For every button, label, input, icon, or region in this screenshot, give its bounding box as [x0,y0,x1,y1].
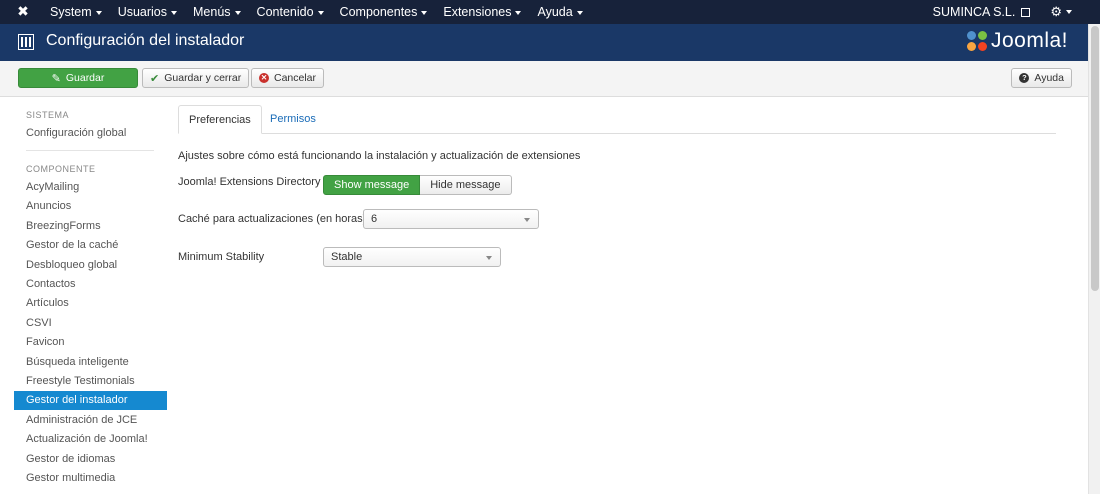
check-icon: ✔ [150,72,160,85]
sidebar-item[interactable]: BreezingForms [14,217,167,236]
top-navbar: ✖ System Usuarios Menús Contenido Compon… [0,0,1100,24]
sidebar-heading-system: SISTEMA [26,110,70,120]
show-message-option[interactable]: Show message [323,175,421,195]
sidebar-item[interactable]: Gestor multimedia [14,469,167,488]
sidebar-item[interactable]: Gestor de la caché [14,236,167,255]
menu-content[interactable]: Contenido [249,0,332,24]
cache-label: Caché para actualizaciones (en horas) [178,213,367,225]
section-description: Ajustes sobre cómo está funcionando la i… [178,150,581,162]
question-icon: ? [1019,73,1030,83]
sidebar-item[interactable]: Artículos [14,294,167,313]
gear-icon[interactable]: ⚙ [1050,4,1062,20]
jed-label: Joomla! Extensions Directory [178,176,321,188]
external-link-icon[interactable] [1021,7,1031,17]
menu-users[interactable]: Usuarios [110,0,185,24]
main-menu: System Usuarios Menús Contenido Componen… [42,0,591,24]
sidebar-item-global-config[interactable]: Configuración global [14,124,167,143]
menu-extensions-label: Extensiones [443,5,512,19]
menu-content-label: Contenido [256,5,314,19]
menu-components[interactable]: Componentes [332,0,436,24]
chevron-down-icon [524,218,530,222]
settings-grid-icon [18,34,34,50]
help-button[interactable]: ? Ayuda [1011,68,1072,88]
toolbar: ✎ Guardar ✔ Guardar y cerrar ✕ Cancelar … [0,61,1100,97]
menu-help-label: Ayuda [537,5,573,19]
chevron-down-icon [576,10,583,15]
joomla-logo: Joomla! [965,29,1068,53]
menu-menus[interactable]: Menús [185,0,249,24]
cache-select[interactable]: 6 [363,209,539,229]
sidebar-item[interactable]: Favicon [14,333,167,352]
menu-system-label: System [50,5,92,19]
save-close-button-label: Guardar y cerrar [164,72,242,84]
menu-help[interactable]: Ayuda [529,0,590,24]
cancel-button-label: Cancelar [274,72,317,84]
sidebar-item[interactable]: Anuncios [14,197,167,216]
page-title: Configuración del instalador [46,32,245,49]
sidebar-item[interactable]: AcyMailing [14,178,167,197]
hide-message-option[interactable]: Hide message [420,175,512,195]
tab-preferences[interactable]: Preferencias [178,105,262,134]
joomla-logo-icon [965,29,989,53]
chevron-down-icon [317,10,324,15]
tab-permissions[interactable]: Permisos [260,105,326,134]
edit-icon: ✎ [51,72,61,85]
sidebar-item[interactable]: Búsqueda inteligente [14,353,167,372]
chevron-down-icon [421,10,428,15]
joomla-menu-icon[interactable]: ✖ [15,3,31,19]
chevron-down-icon [486,256,492,260]
sidebar-divider [26,150,154,151]
tab-bar: Preferencias Permisos [178,105,1056,134]
menu-extensions[interactable]: Extensiones [435,0,529,24]
jed-toggle: Show message Hide message [323,175,512,195]
cancel-icon: ✕ [259,73,269,83]
sidebar-heading-component: COMPONENTE [26,164,96,174]
sidebar-item[interactable]: Actualización de Joomla! [14,430,167,449]
sidebar-item[interactable]: Desbloqueo global [14,256,167,275]
chevron-down-icon [95,10,102,15]
joomla-logo-text: Joomla! [990,29,1068,52]
sidebar-item[interactable]: CSVI [14,314,167,333]
stability-select-value: Stable [331,251,363,263]
cache-select-value: 6 [371,213,378,225]
help-button-label: Ayuda [1034,72,1064,84]
menu-system[interactable]: System [42,0,110,24]
save-button[interactable]: ✎ Guardar [18,68,138,88]
navbar-right: SUMINCA S.L. ⚙ [933,0,1072,24]
scrollbar-thumb[interactable] [1091,26,1099,291]
sidebar-item[interactable]: Administración de JCE [14,411,167,430]
sidebar-item[interactable]: Freestyle Testimonials [14,372,167,391]
save-button-label: Guardar [65,72,105,84]
sidebar-item[interactable]: Gestor de idiomas [14,450,167,469]
stability-label: Minimum Stability [178,251,265,263]
sidebar-item[interactable]: Gestor del instalador [14,391,167,411]
page-scrollbar[interactable] [1088,24,1100,494]
title-bar: Configuración del instalador Joomla! [0,24,1100,61]
chevron-down-icon [515,10,522,15]
menu-menus-label: Menús [193,5,231,19]
sidebar-item[interactable]: Contactos [14,275,167,294]
menu-users-label: Usuarios [117,5,168,19]
save-close-button[interactable]: ✔ Guardar y cerrar [142,68,250,88]
cancel-button[interactable]: ✕ Cancelar [251,68,325,88]
site-name-link[interactable]: SUMINCA S.L. [933,5,1016,19]
chevron-down-icon [171,10,178,15]
stability-select[interactable]: Stable [323,247,501,267]
chevron-down-icon [234,10,241,15]
chevron-down-icon[interactable] [1066,10,1072,14]
menu-components-label: Componentes [339,5,418,19]
